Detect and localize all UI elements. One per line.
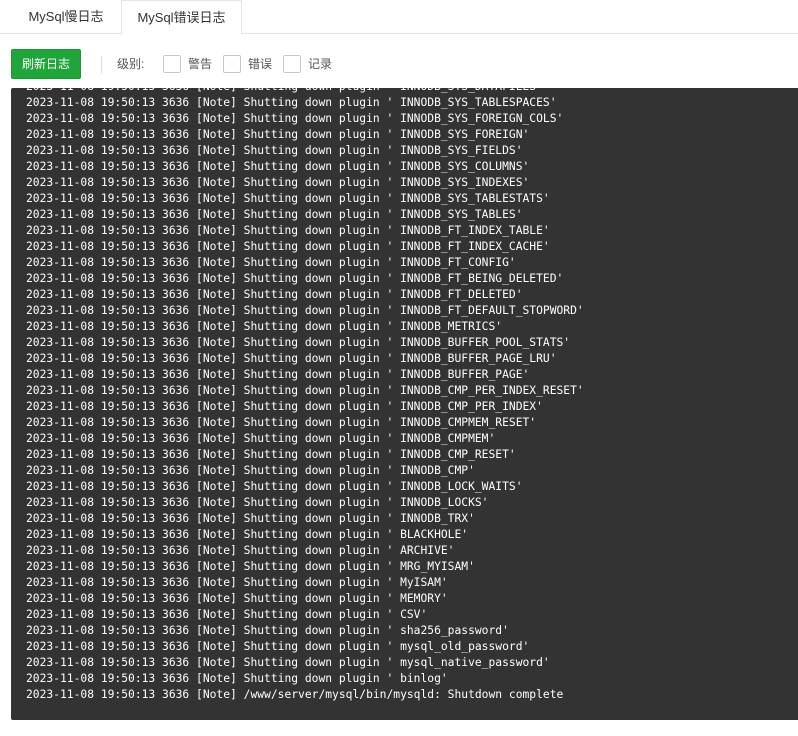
warning-checkbox[interactable] [163, 55, 181, 73]
record-checkbox[interactable] [283, 55, 301, 73]
error-log-panel[interactable]: 2023-11-08 19:50:13 3636 [Note] Shutting… [11, 88, 798, 720]
log-line: 2023-11-08 19:50:13 3636 [Note] Shutting… [26, 480, 523, 493]
log-line: 2023-11-08 19:50:13 3636 [Note] Shutting… [26, 288, 523, 301]
log-line: 2023-11-08 19:50:13 3636 [Note] Shutting… [26, 128, 530, 141]
log-line: 2023-11-08 19:50:13 3636 [Note] Shutting… [26, 272, 564, 285]
tab-slow-log[interactable]: MySql慢日志 [11, 0, 121, 34]
log-line: 2023-11-08 19:50:13 3636 [Note] Shutting… [26, 176, 530, 189]
log-line: 2023-11-08 19:50:13 3636 [Note] Shutting… [26, 240, 550, 253]
log-line: 2023-11-08 19:50:13 3636 [Note] Shutting… [26, 208, 523, 221]
error-checkbox[interactable] [223, 55, 241, 73]
log-line: 2023-11-08 19:50:13 3636 [Note] Shutting… [26, 544, 455, 557]
log-lines: 2023-11-08 19:50:13 3636 [Note] Shutting… [26, 88, 584, 703]
log-tabs: MySql慢日志 MySql错误日志 [0, 0, 798, 35]
log-line: 2023-11-08 19:50:13 3636 [Note] Shutting… [26, 160, 530, 173]
log-line: 2023-11-08 19:50:13 3636 [Note] Shutting… [26, 464, 475, 477]
log-line: 2023-11-08 19:50:13 3636 [Note] Shutting… [26, 448, 516, 461]
log-line: 2023-11-08 19:50:13 3636 [Note] Shutting… [26, 96, 557, 109]
log-line: 2023-11-08 19:50:13 3636 [Note] Shutting… [26, 512, 475, 525]
log-line: 2023-11-08 19:50:13 3636 [Note] Shutting… [26, 304, 584, 317]
log-line: 2023-11-08 19:50:13 3636 [Note] Shutting… [26, 432, 496, 445]
toolbar-divider [101, 56, 102, 73]
log-line: 2023-11-08 19:50:13 3636 [Note] Shutting… [26, 352, 557, 365]
log-line: 2023-11-08 19:50:13 3636 [Note] Shutting… [26, 384, 584, 397]
log-line: 2023-11-08 19:50:13 3636 [Note] Shutting… [26, 624, 509, 637]
log-line: 2023-11-08 19:50:13 3636 [Note] Shutting… [26, 672, 448, 685]
tab-error-log[interactable]: MySql错误日志 [121, 0, 242, 35]
record-filter-label: 记录 [308, 57, 333, 71]
log-line: 2023-11-08 19:50:13 3636 [Note] Shutting… [26, 400, 543, 413]
log-line: 2023-11-08 19:50:13 3636 [Note] Shutting… [26, 416, 537, 429]
log-line: 2023-11-08 19:50:13 3636 [Note] /www/ser… [26, 688, 564, 701]
log-line: 2023-11-08 19:50:13 3636 [Note] Shutting… [26, 592, 448, 605]
log-line: 2023-11-08 19:50:13 3636 [Note] Shutting… [26, 656, 550, 669]
log-toolbar: 刷新日志 级别: 警告 错误 记录 [0, 48, 798, 80]
log-line: 2023-11-08 19:50:13 3636 [Note] Shutting… [26, 560, 475, 573]
log-line: 2023-11-08 19:50:13 3636 [Note] Shutting… [26, 496, 489, 509]
log-line: 2023-11-08 19:50:13 3636 [Note] Shutting… [26, 640, 530, 653]
log-line: 2023-11-08 19:50:13 3636 [Note] Shutting… [26, 224, 550, 237]
log-line: 2023-11-08 19:50:13 3636 [Note] Shutting… [26, 608, 428, 621]
log-line: 2023-11-08 19:50:13 3636 [Note] Shutting… [26, 144, 523, 157]
log-line: 2023-11-08 19:50:13 3636 [Note] Shutting… [26, 112, 564, 125]
refresh-log-button[interactable]: 刷新日志 [11, 49, 81, 79]
log-line: 2023-11-08 19:50:13 3636 [Note] Shutting… [26, 368, 530, 381]
log-line: 2023-11-08 19:50:13 3636 [Note] Shutting… [26, 336, 571, 349]
log-line: 2023-11-08 19:50:13 3636 [Note] Shutting… [26, 88, 584, 95]
warning-filter-label: 警告 [188, 57, 213, 71]
log-line: 2023-11-08 19:50:13 3636 [Note] Shutting… [26, 528, 469, 541]
log-line: 2023-11-08 19:50:13 3636 [Note] Shutting… [26, 192, 550, 205]
log-line: 2023-11-08 19:50:13 3636 [Note] Shutting… [26, 256, 516, 269]
error-filter-label: 错误 [248, 57, 273, 71]
log-line: 2023-11-08 19:50:13 3636 [Note] Shutting… [26, 320, 503, 333]
log-line: 2023-11-08 19:50:13 3636 [Note] Shutting… [26, 576, 448, 589]
level-label: 级别: [117, 57, 145, 71]
